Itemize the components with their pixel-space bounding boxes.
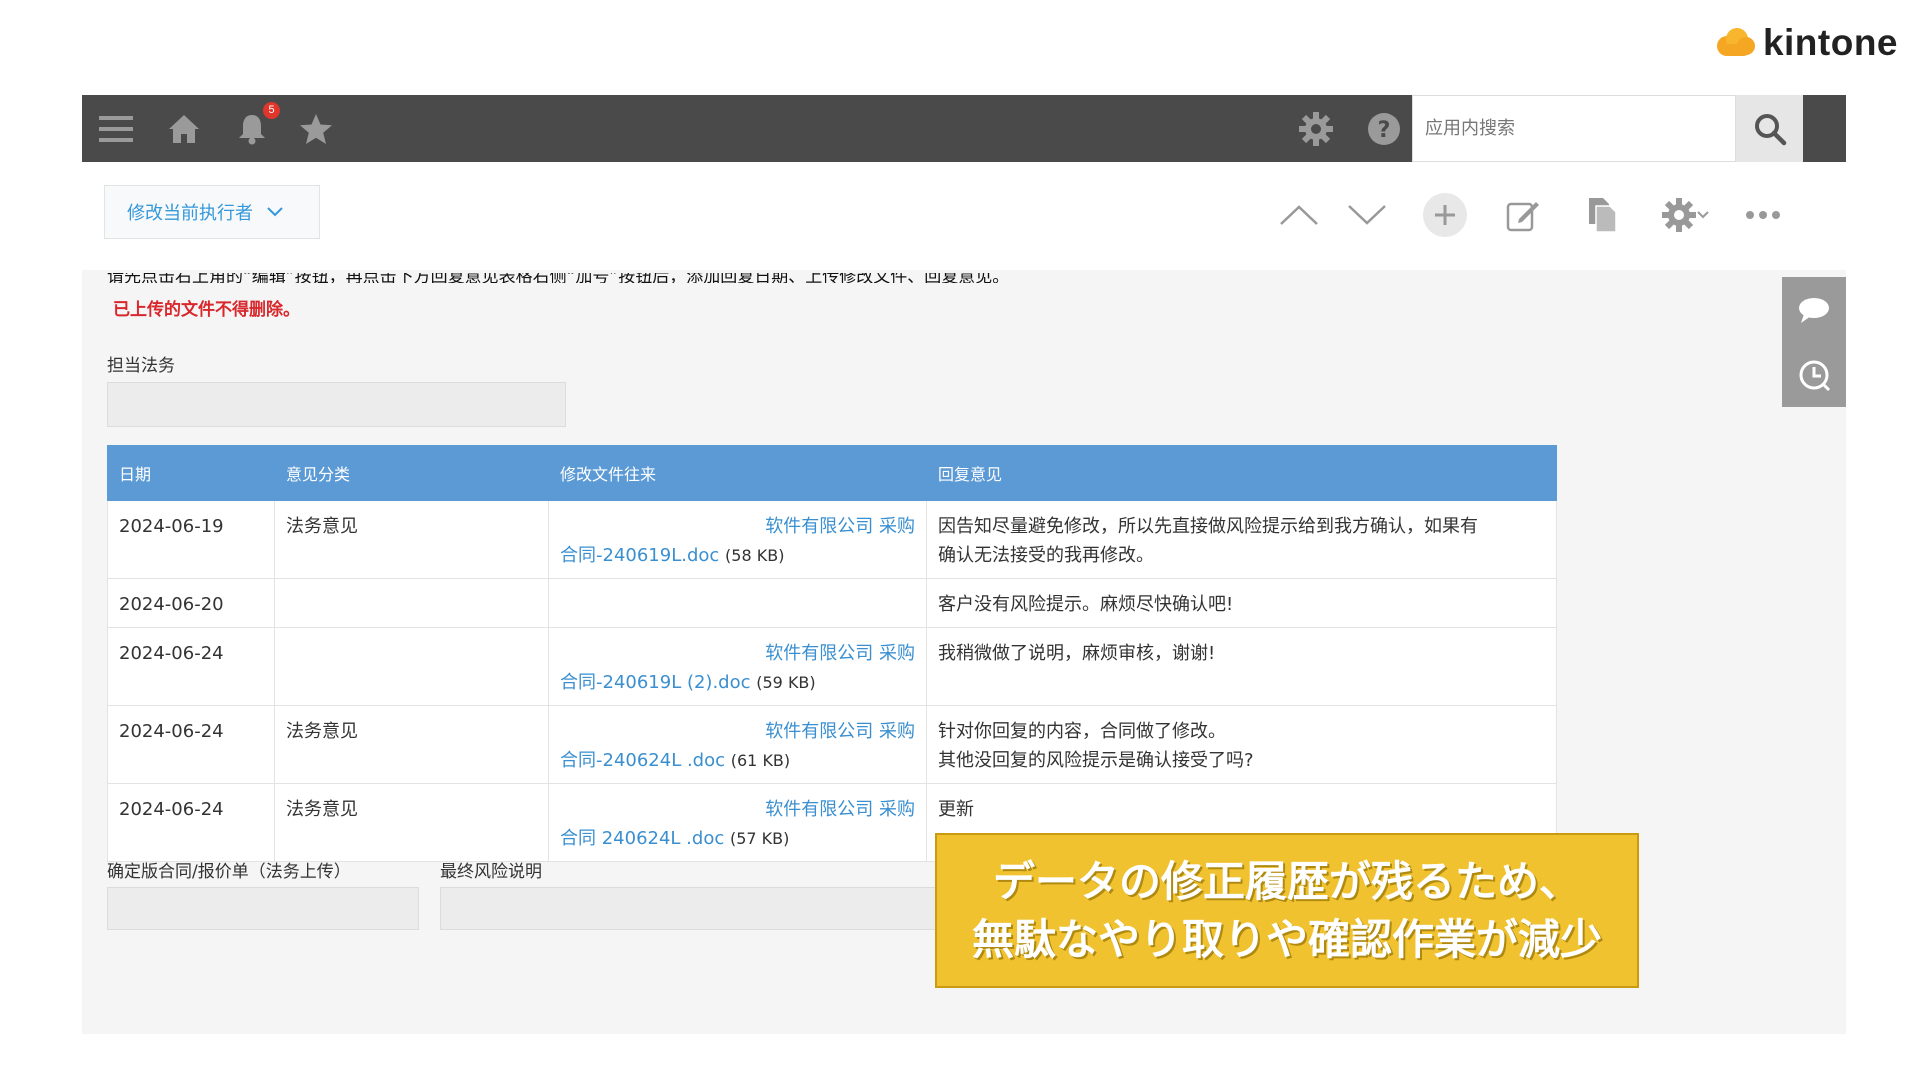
callout-line-2: 無駄なやり取りや確認作業が減少: [971, 914, 1602, 964]
change-assignee-label: 修改当前执行者: [127, 203, 253, 224]
file-cell: 软件有限公司 采购 合同-240619L (2).doc (59 KB): [548, 627, 927, 706]
reply-cell: 针对你回复的内容，合同做了修改。 其他没回复的风险提示是确认接受了吗?: [926, 705, 1557, 784]
date-cell: 2024-06-24: [107, 705, 275, 784]
column-header-files: 修改文件往来: [548, 445, 927, 501]
side-panel: [1782, 277, 1846, 407]
record-toolbar: 修改当前执行者: [82, 162, 1846, 270]
date-cell: 2024-06-20: [107, 578, 275, 628]
search-box: [1412, 95, 1736, 162]
category-cell: [274, 627, 549, 706]
column-header-category: 意见分类: [274, 445, 549, 501]
global-header: 5 ?: [82, 95, 1846, 162]
search-button[interactable]: [1736, 95, 1803, 162]
add-record-button[interactable]: [1422, 192, 1468, 238]
comment-icon: [1799, 297, 1829, 323]
table-row: 2024-06-24 法务意见 软件有限公司 采购 合同-240624L .doc…: [107, 705, 1557, 784]
legal-field-label: 担当法务: [107, 356, 175, 376]
final-risk-label: 最终风险说明: [440, 862, 542, 882]
history-button[interactable]: [1782, 342, 1846, 407]
feature-callout: データの修正履歴が残るため、 無駄なやり取りや確認作業が減少: [935, 833, 1639, 988]
final-contract-label: 确定版合同/报价单（法务上传）: [107, 862, 351, 882]
category-cell: [274, 578, 549, 628]
logo-text: kintone: [1762, 22, 1898, 63]
file-link[interactable]: 软件有限公司 采购 合同-240619L (2).doc (59 KB): [560, 643, 915, 697]
more-icon: [1746, 211, 1780, 219]
file-size: (57 KB): [729, 829, 790, 848]
callout-line-1: データの修正履歴が残るため、: [992, 856, 1581, 906]
date-cell: 2024-06-24: [107, 783, 275, 862]
next-record-button[interactable]: [1344, 192, 1390, 238]
more-options-button[interactable]: [1738, 192, 1788, 238]
previous-record-button[interactable]: [1276, 192, 1322, 238]
file-link[interactable]: 软件有限公司 采购 合同 240624L .doc (57 KB): [560, 799, 915, 853]
change-assignee-button[interactable]: 修改当前执行者: [104, 185, 320, 239]
edit-record-button[interactable]: [1500, 192, 1546, 238]
kintone-cloud-logo-icon: [1716, 28, 1755, 56]
final-risk-field: [440, 887, 940, 930]
svg-text:?: ?: [1378, 118, 1391, 143]
file-cell: 软件有限公司 采购 合同-240624L .doc (61 KB): [548, 705, 927, 784]
settings-icon: [1662, 198, 1696, 232]
reply-cell: 因告知尽量避免修改，所以先直接做风险提示给到我方确认，如果有 确认无法接受的我再修…: [926, 500, 1557, 579]
file-cell: 软件有限公司 采购 合同 240624L .doc (57 KB): [548, 783, 927, 862]
chevron-up-icon: [1280, 205, 1318, 225]
gear-icon[interactable]: [1294, 95, 1338, 162]
table-row: 2024-06-24 软件有限公司 采购 合同-240619L (2).doc (…: [107, 627, 1557, 706]
duplicate-record-button[interactable]: [1578, 192, 1624, 238]
table-row: 2024-06-20 客户没有风险提示。麻烦尽快确认吧!: [107, 578, 1557, 628]
category-cell: 法务意见: [274, 783, 549, 862]
column-header-date: 日期: [107, 445, 275, 501]
notification-bell[interactable]: 5: [230, 95, 280, 162]
copy-icon: [1589, 198, 1617, 233]
chevron-down-icon: [1348, 205, 1386, 225]
reply-cell: 我稍微做了说明，麻烦审核，谢谢!: [926, 627, 1557, 706]
column-header-reply: 回复意见: [926, 445, 1557, 501]
file-size: (61 KB): [730, 751, 791, 770]
kintone-logo: kintone: [1715, 22, 1898, 64]
notification-count-badge: 5: [263, 102, 280, 119]
file-cell: 软件有限公司 采购 合同-240619L.doc (58 KB): [548, 500, 927, 579]
file-link[interactable]: 软件有限公司 采购 合同-240624L .doc (61 KB): [560, 721, 915, 775]
star-icon[interactable]: [296, 95, 336, 162]
comment-button[interactable]: [1782, 277, 1846, 342]
reply-cell: 客户没有风险提示。麻烦尽快确认吧!: [926, 578, 1557, 628]
file-size: (58 KB): [725, 546, 785, 565]
chevron-down-icon: [267, 207, 283, 217]
search-icon: [1754, 113, 1786, 145]
edit-icon: [1506, 202, 1539, 232]
help-icon[interactable]: ?: [1362, 95, 1406, 162]
category-cell: 法务意见: [274, 500, 549, 579]
search-input[interactable]: [1413, 96, 1735, 161]
table-row: 2024-06-19 法务意见 软件有限公司 采购 合同-240619L.doc …: [107, 500, 1557, 579]
reply-opinion-table: 日期 意见分类 修改文件往来 回复意见 2024-06-19 法务意见 软件有限…: [107, 445, 1557, 862]
history-icon: [1799, 360, 1831, 391]
date-cell: 2024-06-19: [107, 500, 275, 579]
chevron-down-icon: [1697, 211, 1709, 219]
file-size: (59 KB): [756, 673, 816, 692]
menu-icon[interactable]: [96, 95, 136, 162]
file-cell: [548, 578, 927, 628]
record-settings-button[interactable]: [1652, 192, 1718, 238]
file-link[interactable]: 软件有限公司 采购 合同-240619L.doc (58 KB): [560, 516, 915, 570]
instruction-text-cut-off: 请先点击右上角的“编辑”按钮，再点击下方回复意见表格右侧“加号”按钮后，添加回复…: [107, 273, 1010, 283]
category-cell: 法务意见: [274, 705, 549, 784]
legal-field-value: [107, 382, 566, 427]
date-cell: 2024-06-24: [107, 627, 275, 706]
delete-warning: 已上传的文件不得删除。: [113, 300, 300, 320]
add-icon: [1423, 193, 1467, 237]
home-icon[interactable]: [164, 95, 204, 162]
final-contract-field: [107, 887, 419, 930]
table-header-row: 日期 意见分类 修改文件往来 回复意见: [107, 445, 1557, 501]
bell-icon: [239, 114, 265, 144]
